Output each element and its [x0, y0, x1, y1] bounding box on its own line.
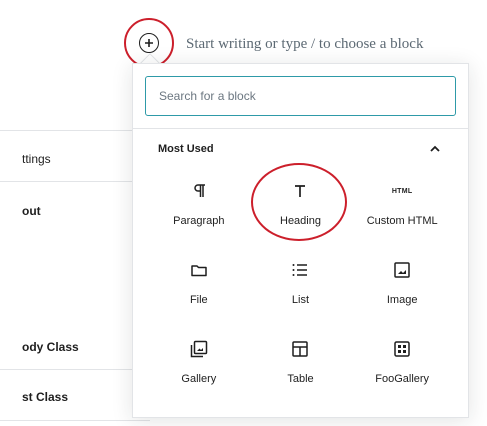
block-list[interactable]: List [250, 245, 352, 324]
block-label: Gallery [181, 373, 217, 385]
html-icon-text: HTML [391, 187, 413, 195]
block-label: List [291, 294, 310, 306]
sidebar-item-post-class[interactable]: st Class [22, 390, 68, 404]
paragraph-icon [188, 180, 210, 202]
sidebar-divider [0, 420, 150, 421]
list-icon [289, 259, 311, 281]
block-search-input[interactable] [145, 76, 456, 116]
block-paragraph[interactable]: Paragraph [148, 166, 250, 245]
sidebar-item-body-class[interactable]: ody Class [22, 340, 79, 354]
block-file[interactable]: File [148, 245, 250, 324]
block-image[interactable]: Image [351, 245, 453, 324]
image-icon [391, 259, 413, 281]
sidebar-divider [0, 369, 150, 370]
block-label: Image [386, 294, 418, 306]
block-label: Custom HTML [366, 215, 438, 227]
popover-divider [133, 128, 468, 129]
block-grid: Paragraph Heading HTML Custom HTML File … [148, 166, 453, 403]
block-foogallery[interactable]: FooGallery [351, 324, 453, 403]
chevron-up-icon[interactable] [427, 141, 443, 157]
most-used-heading: Most Used [158, 143, 214, 155]
block-inserter-popover: Most Used Paragraph Heading HTML Custom … [132, 63, 469, 418]
gallery-icon [188, 338, 210, 360]
block-gallery[interactable]: Gallery [148, 324, 250, 403]
block-table[interactable]: Table [250, 324, 352, 403]
add-block-button[interactable] [139, 33, 159, 53]
block-heading[interactable]: Heading [250, 166, 352, 245]
sidebar-divider [0, 130, 150, 131]
foogallery-icon [391, 338, 413, 360]
html-icon: HTML [387, 180, 417, 202]
block-label: Table [287, 373, 314, 385]
plus-icon [143, 37, 155, 49]
block-custom-html[interactable]: HTML Custom HTML [351, 166, 453, 245]
settings-sidebar: ttings out ody Class st Class [0, 0, 150, 426]
block-label: FooGallery [375, 373, 430, 385]
block-label: File [189, 294, 208, 306]
sidebar-divider [0, 181, 150, 182]
heading-icon [289, 180, 311, 202]
editor-placeholder[interactable]: Start writing or type / to choose a bloc… [186, 36, 423, 53]
sidebar-item-layout[interactable]: out [22, 204, 41, 218]
table-icon [289, 338, 311, 360]
folder-icon [188, 259, 210, 281]
sidebar-item-settings[interactable]: ttings [22, 152, 51, 166]
block-label: Heading [280, 215, 321, 227]
block-label: Paragraph [173, 215, 225, 227]
